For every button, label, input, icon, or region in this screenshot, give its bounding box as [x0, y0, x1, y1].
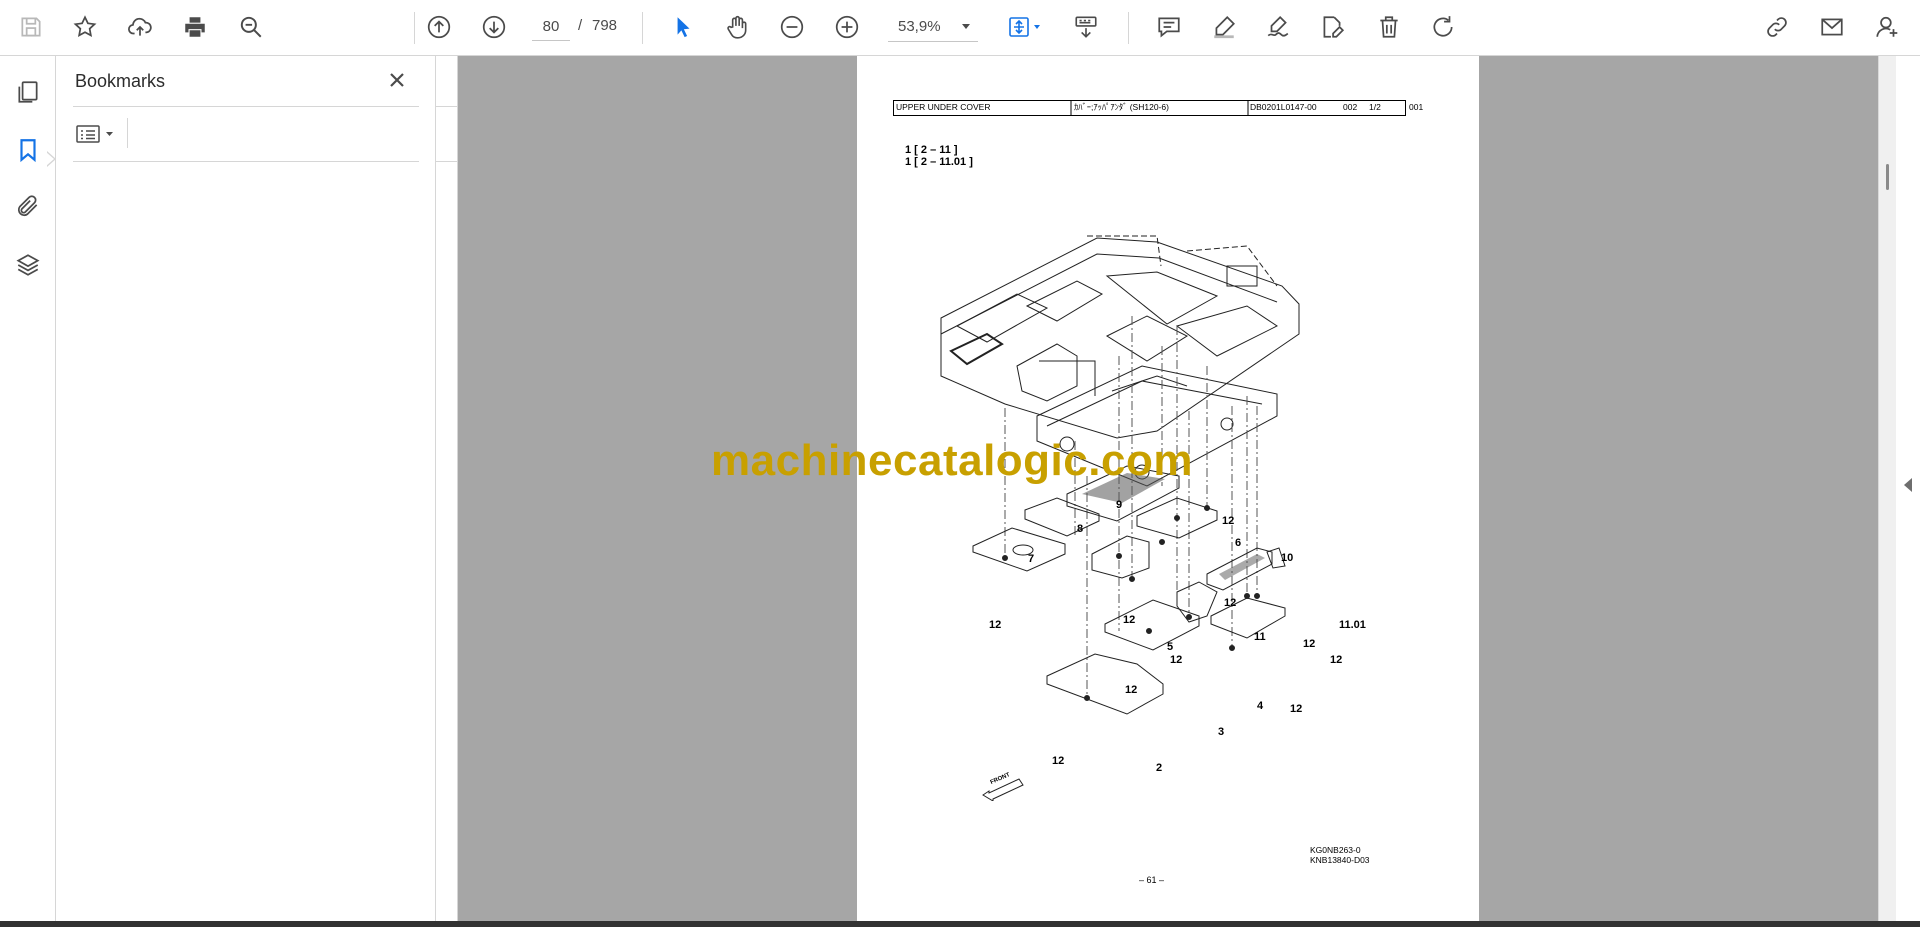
part-callout: 12	[1224, 597, 1237, 609]
search-zoom-icon[interactable]	[232, 8, 270, 46]
page-footer-number: – 61 –	[1139, 875, 1165, 885]
part-callout: 4	[1257, 700, 1264, 712]
vertical-scrollbar[interactable]	[1878, 56, 1896, 921]
bookmark-icon[interactable]	[9, 131, 47, 169]
rotate-icon[interactable]	[1424, 8, 1462, 46]
panel-title: Bookmarks	[75, 71, 166, 91]
part-callout: 12	[1123, 614, 1136, 626]
select-cursor-icon[interactable]	[664, 8, 702, 46]
paperclip-icon[interactable]	[9, 187, 47, 225]
part-callout: 12	[989, 619, 1002, 631]
panel-divider	[73, 161, 419, 162]
share-link-icon[interactable]	[1758, 8, 1796, 46]
print-icon[interactable]	[176, 8, 214, 46]
part-callout: 12	[1290, 703, 1303, 715]
header-suffix: 001	[1409, 102, 1424, 112]
panel-divider	[436, 106, 458, 107]
expand-panel-icon[interactable]	[1904, 478, 1912, 492]
drawing-code: KG0NB263-0	[1310, 845, 1361, 855]
close-icon[interactable]	[383, 66, 411, 94]
header-sheet-no: 002	[1343, 102, 1358, 112]
panel-divider	[73, 106, 419, 107]
layers-icon[interactable]	[9, 246, 47, 284]
zoom-in-icon[interactable]	[828, 8, 866, 46]
chevron-down-icon	[962, 24, 970, 29]
assembly-ref: 1 [ 2 – 11 ]	[905, 144, 958, 156]
hand-icon[interactable]	[718, 8, 756, 46]
part-callout: 12	[1330, 654, 1343, 666]
part-callout: 12	[1222, 515, 1235, 527]
zoom-value: 53,9%	[898, 18, 941, 35]
left-rail	[0, 56, 56, 921]
part-callout: 12	[1303, 638, 1316, 650]
arrow-up-icon[interactable]	[420, 8, 458, 46]
active-indicator	[46, 151, 56, 167]
zoom-select[interactable]: 53,9%	[888, 12, 978, 42]
scroll-mode-icon[interactable]	[1067, 8, 1105, 46]
highlight-icon[interactable]	[1205, 8, 1243, 46]
part-callout: 12	[1125, 684, 1138, 696]
delete-icon[interactable]	[1370, 8, 1408, 46]
scroll-thumb[interactable]	[1886, 164, 1889, 190]
star-icon[interactable]	[66, 8, 104, 46]
account-icon[interactable]	[1868, 8, 1906, 46]
toolbar-divider	[1128, 12, 1129, 44]
part-callout: 6	[1235, 537, 1242, 549]
part-callout: 2	[1156, 762, 1163, 774]
part-callout: 10	[1281, 552, 1294, 564]
part-callout: 8	[1077, 523, 1084, 535]
taskbar-edge	[0, 921, 1920, 927]
watermark-text: machinecatalogic.com	[711, 436, 1193, 485]
top-toolbar: / 798 53,9%	[0, 0, 1920, 56]
bookmarks-panel: Bookmarks	[57, 56, 436, 921]
fit-page-icon[interactable]	[1000, 8, 1050, 46]
header-part-name-jp: ｶﾊﾞｰ;ｱｯﾊﾟｱﾝﾀﾞ (SH120-6)	[1074, 102, 1169, 112]
pdf-page: UPPER UNDER COVER ｶﾊﾞｰ;ｱｯﾊﾟｱﾝﾀﾞ (SH120-6…	[857, 56, 1479, 921]
part-callout: 11	[1254, 631, 1266, 643]
part-callout: 9	[1116, 499, 1123, 511]
email-icon[interactable]	[1813, 8, 1851, 46]
pdf-viewer: / 798 53,9%	[0, 0, 1920, 927]
part-callout: 3	[1218, 726, 1225, 738]
header-part-name: UPPER UNDER COVER	[896, 102, 991, 112]
pages-icon[interactable]	[9, 73, 47, 111]
sign-icon[interactable]	[1259, 8, 1297, 46]
panel-collapse-strip	[436, 56, 458, 921]
header-sheet-count: 1/2	[1369, 102, 1381, 112]
options-icon[interactable]	[75, 118, 123, 150]
part-callout: 7	[1028, 553, 1035, 565]
page-total: 798	[592, 17, 618, 34]
upload-icon[interactable]	[121, 8, 159, 46]
panel-divider	[127, 118, 128, 148]
panel-divider	[436, 161, 458, 162]
comment-icon[interactable]	[1150, 8, 1188, 46]
part-callout: 12	[1170, 654, 1183, 666]
toolbar-divider	[414, 12, 415, 44]
save-icon[interactable]	[12, 8, 50, 46]
part-callout: 11.01	[1339, 619, 1366, 631]
assembly-ref: 1 [ 2 – 11.01 ]	[905, 156, 973, 168]
arrow-down-icon[interactable]	[475, 8, 513, 46]
zoom-out-icon[interactable]	[773, 8, 811, 46]
right-panel-strip	[1896, 56, 1920, 921]
drawing-code: KNB13840-D03	[1310, 855, 1370, 865]
page-separator: /	[578, 17, 583, 34]
page-number-input[interactable]	[532, 13, 570, 41]
part-callout: 5	[1167, 641, 1174, 653]
edit-pdf-icon[interactable]	[1313, 8, 1351, 46]
header-part-code: DB0201L0147-00	[1250, 102, 1317, 112]
toolbar-divider	[642, 12, 643, 44]
